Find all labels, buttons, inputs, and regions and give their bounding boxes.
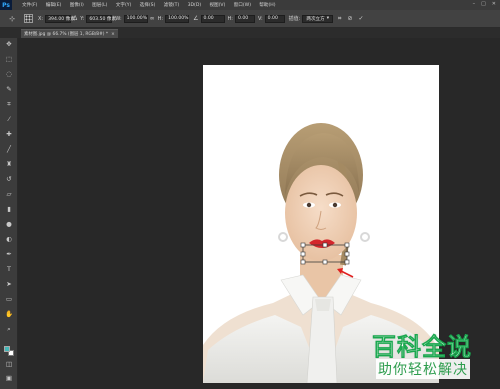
warp-icon[interactable]: ⌗ (338, 15, 341, 23)
tools-panel: ✥ ⬚ ◌ ✎ ⌗ ⁄ ✚ ╱ ♜ ↺ ▱ ▮ ● ◐ ✒ T ➤ ▭ ✋ ⌕ … (0, 38, 18, 389)
healing-icon[interactable]: ✚ (3, 130, 15, 139)
width-field[interactable]: 100.00% (123, 14, 148, 23)
watermark-subtitle: 助你轻松解决 (376, 359, 470, 379)
path-select-icon[interactable]: ➤ (3, 280, 15, 289)
stamp-icon[interactable]: ♜ (3, 160, 15, 169)
pen-icon[interactable]: ✒ (3, 250, 15, 259)
close-tab-icon[interactable]: × (111, 32, 115, 37)
history-brush-icon[interactable]: ↺ (3, 175, 15, 184)
menu-file[interactable]: 文件(F) (22, 2, 37, 8)
x-field[interactable]: 394.00 像素 (45, 14, 75, 23)
menu-image[interactable]: 图像(I) (70, 2, 84, 8)
menu-bar: Ps 文件(F) 编辑(E) 图像(I) 图层(L) 文字(Y) 选择(S) 滤… (0, 0, 500, 10)
hskew-field[interactable]: 0.00 (234, 14, 255, 23)
gradient-icon[interactable]: ▮ (3, 205, 15, 214)
maximize-icon[interactable]: □ (481, 1, 486, 7)
document-tab[interactable]: 素材图.jpg @ 66.7% (图层 1, RGB/8#) * × (21, 29, 118, 38)
menu-select[interactable]: 选择(S) (140, 2, 156, 8)
menu-type[interactable]: 文字(Y) (116, 2, 132, 8)
dodge-icon[interactable]: ◐ (3, 235, 15, 244)
window-controls: – □ ✕ (473, 1, 496, 7)
close-icon[interactable]: ✕ (492, 1, 496, 7)
document-tab-title: 素材图.jpg @ 66.7% (图层 1, RGB/8#) * (24, 32, 109, 37)
foreground-color-swatch[interactable] (4, 346, 10, 352)
interpolation-value: 两次立方 (306, 16, 325, 22)
vskew-label: V: (257, 15, 263, 22)
quick-select-icon[interactable]: ✎ (3, 85, 15, 94)
w-label: W: (115, 15, 122, 22)
menu-filter[interactable]: 滤镜(T) (164, 2, 180, 8)
menu-view[interactable]: 视图(V) (209, 2, 225, 8)
y-label: Y: (80, 15, 85, 22)
quick-mask-icon[interactable]: ◫ (3, 360, 15, 369)
type-icon[interactable]: T (3, 265, 15, 274)
chevron-down-icon: ▾ (326, 16, 330, 21)
hand-icon[interactable]: ✋ (3, 310, 15, 319)
angle-field[interactable]: 0.00 (200, 14, 225, 23)
reference-point-icon[interactable] (24, 14, 33, 23)
interpolation-label: 插值: (288, 16, 301, 22)
link-icon[interactable]: ∞ (150, 15, 155, 22)
transform-icon: ⊹ (9, 14, 15, 23)
watermark: 百科全说 助你轻松解决 (368, 325, 486, 381)
y-field[interactable]: 603.50 像素 (86, 14, 116, 23)
x-label: X: (38, 15, 44, 22)
menu-edit[interactable]: 编辑(E) (46, 2, 62, 8)
options-bar: ⊹ X: 394.00 像素 Δ Y: 603.50 像素 W: 100.00%… (0, 10, 500, 28)
eyedropper-icon[interactable]: ⁄ (3, 115, 15, 124)
document-tab-bar: 素材图.jpg @ 66.7% (图层 1, RGB/8#) * × (0, 28, 500, 38)
relative-position-icon[interactable]: Δ (73, 15, 77, 22)
height-field[interactable]: 100.00% (165, 14, 190, 23)
move-icon[interactable]: ✥ (3, 40, 15, 49)
menu-layer[interactable]: 图层(L) (92, 2, 107, 8)
h-label: H: (157, 15, 164, 22)
interpolation-select[interactable]: 两次立方 ▾ (302, 14, 334, 23)
menu-window[interactable]: 窗口(W) (234, 2, 251, 8)
menu-3d[interactable]: 3D(D) (188, 3, 202, 8)
angle-icon: ∠ (193, 15, 199, 22)
crop-icon[interactable]: ⌗ (3, 100, 15, 109)
blur-icon[interactable]: ● (3, 220, 15, 229)
watermark-title: 百科全说 (372, 333, 472, 362)
tool-preset-picker[interactable]: ⊹ (3, 13, 21, 25)
menu-help[interactable]: 帮助(H) (259, 2, 275, 8)
rectangle-icon[interactable]: ▭ (3, 295, 15, 304)
photoshop-logo: Ps (0, 0, 12, 10)
screen-mode-icon[interactable]: ▣ (3, 374, 15, 383)
brush-icon[interactable]: ╱ (3, 145, 15, 154)
cancel-icon[interactable]: ⊘ (347, 15, 352, 22)
eraser-icon[interactable]: ▱ (3, 190, 15, 199)
minimize-icon[interactable]: – (473, 1, 476, 7)
hskew-label: H: (227, 15, 233, 22)
zoom-icon[interactable]: ⌕ (3, 325, 15, 334)
lasso-icon[interactable]: ◌ (3, 70, 15, 79)
vskew-field[interactable]: 0.00 (264, 14, 285, 23)
commit-icon[interactable]: ✓ (358, 15, 363, 22)
marquee-icon[interactable]: ⬚ (3, 55, 15, 64)
